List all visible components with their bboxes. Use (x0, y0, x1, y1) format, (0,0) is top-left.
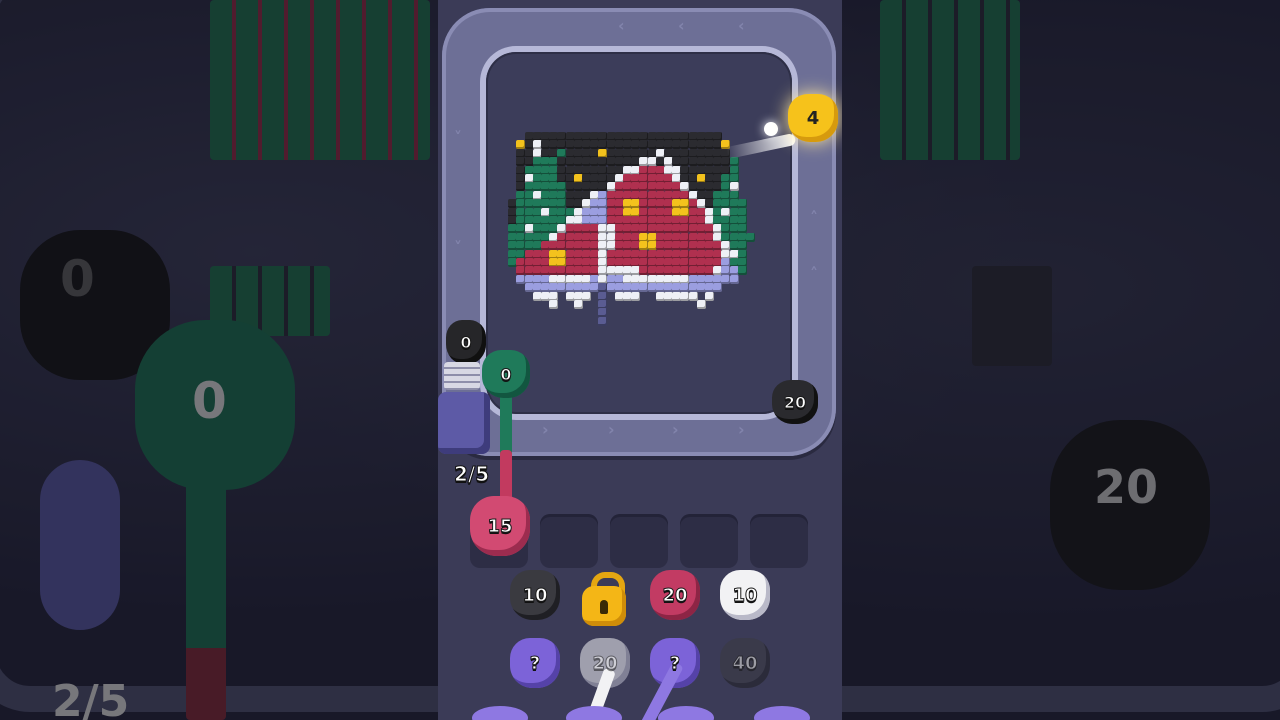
fist-white[interactable]: 10 (720, 570, 770, 620)
launch-counter: 2/5 (453, 462, 490, 487)
chevron-right-icon: › (608, 420, 615, 439)
fist-count: ? (669, 652, 681, 674)
queue-slot-5[interactable] (750, 514, 808, 568)
pixel-block (737, 266, 747, 276)
purple-block-stack (438, 392, 490, 454)
pixel-block (737, 241, 747, 251)
black-fist-small[interactable]: 0 (446, 320, 486, 364)
fist-mystery[interactable]: ? (510, 638, 560, 688)
pink-fist-count: 15 (487, 515, 513, 537)
yellow-fist[interactable]: 4 (788, 94, 838, 142)
game-panel: ‹ ‹ ‹ ˄ ˄ ˅ ˅ › › › › 4 20 0 0 2/5 15 10… (438, 0, 842, 720)
pixel-block (705, 291, 714, 301)
chevron-right-icon: › (542, 420, 549, 439)
fist-black[interactable]: 40 (720, 638, 770, 688)
chevron-right-icon: › (672, 420, 679, 439)
fist-count: ? (529, 652, 541, 674)
chevron-down-icon: ˅ (454, 128, 462, 147)
fist-black[interactable]: 10 (510, 570, 560, 620)
keyhole-icon (600, 600, 608, 614)
chevron-up-icon: ˄ (810, 208, 818, 227)
pixel-block (549, 300, 559, 309)
queued-fist-partial (472, 706, 528, 720)
fist-count: 20 (662, 584, 688, 606)
pink-fist[interactable]: 15 (470, 496, 530, 556)
fist-count: 20 (592, 652, 618, 674)
pixel-block (598, 316, 608, 326)
white-block-stack (444, 362, 480, 390)
fist-count: 40 (732, 652, 758, 674)
chevron-left-icon: ‹ (738, 16, 745, 35)
green-fist[interactable]: 0 (482, 350, 530, 398)
fist-pink[interactable]: 20 (650, 570, 700, 620)
pixel-block (631, 291, 641, 301)
queued-fist-partial (566, 706, 622, 720)
fist-count: 10 (732, 584, 758, 606)
pixel-block (696, 300, 706, 309)
fist-count: 10 (522, 584, 548, 606)
green-fist-count: 0 (500, 364, 512, 384)
black-fist[interactable]: 20 (772, 380, 818, 424)
chevron-up-icon: ˄ (810, 264, 818, 283)
black-fist-count: 20 (783, 392, 807, 412)
pixel-block (729, 157, 739, 167)
pixel-block (688, 291, 698, 301)
yellow-fist-count: 4 (806, 107, 820, 129)
pixel-block (737, 199, 747, 209)
chevron-right-icon: › (738, 420, 745, 439)
chevron-down-icon: ˅ (454, 238, 462, 257)
queued-fist-partial (658, 706, 714, 720)
pixel-block (746, 232, 755, 242)
pixel-block (713, 283, 723, 293)
queue-slot-3[interactable] (610, 514, 668, 568)
locked-fist[interactable] (578, 570, 630, 630)
black-fist-small-count: 0 (460, 332, 472, 352)
pixel-block (582, 291, 591, 301)
queued-fist-partial (754, 706, 810, 720)
pixel-block (729, 274, 739, 284)
queue-slot-4[interactable] (680, 514, 738, 568)
pixel-block (573, 300, 583, 309)
punch-projectile (764, 122, 778, 136)
chevron-left-icon: ‹ (678, 16, 685, 35)
queue-slot-2[interactable] (540, 514, 598, 568)
chevron-left-icon: ‹ (618, 16, 625, 35)
